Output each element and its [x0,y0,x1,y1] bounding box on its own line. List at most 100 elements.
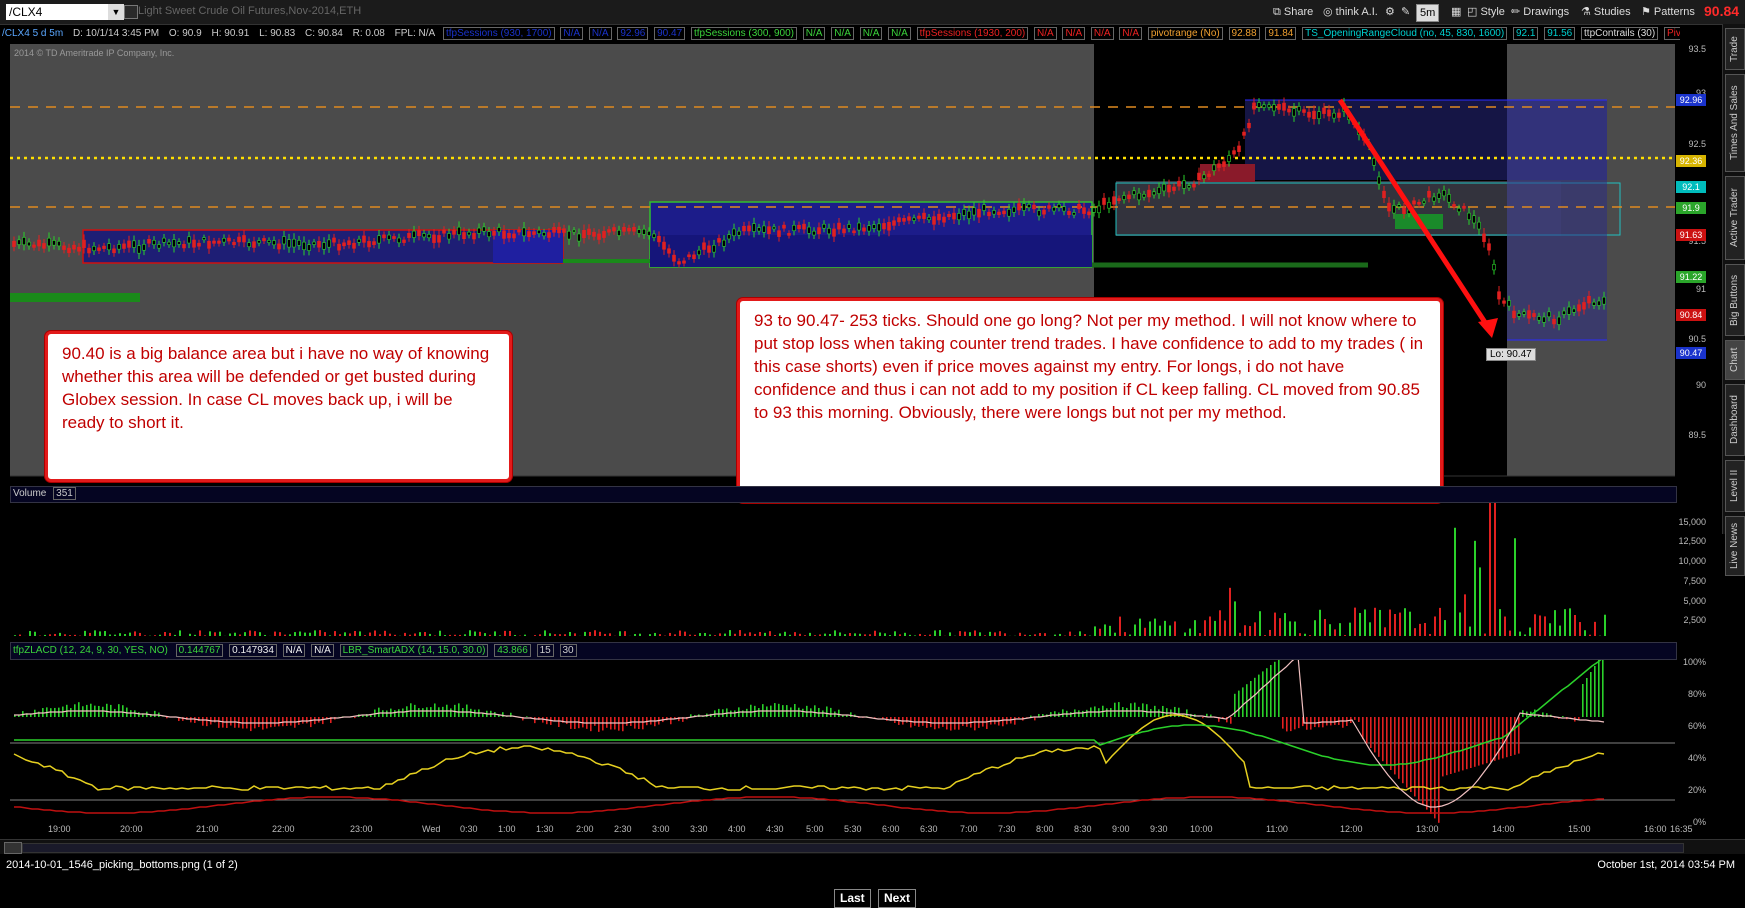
ind-axis-label: 40% [1688,753,1706,763]
next-button[interactable]: Next [878,889,916,908]
candle-body [668,249,671,254]
candle-body [1498,292,1501,299]
candle-body [1118,199,1121,201]
time-axis-label: 15:00 [1568,824,1591,834]
candle-body [323,243,326,250]
candle-body [113,249,116,253]
candle-body [1243,132,1246,135]
candle-body [1253,103,1256,109]
candle-body [938,214,941,220]
candle-body [1483,234,1486,242]
candle-body [1388,203,1391,211]
candle-body [1433,197,1436,201]
time-axis-label: 11:00 [1266,824,1288,834]
candle-body [1493,264,1496,269]
chart-scrollbar[interactable] [0,839,1745,854]
candle-body [793,225,796,230]
candle-body [1093,208,1096,212]
volume-axis-label: 15,000 [1678,517,1706,527]
candle-body [978,209,981,217]
axis-label: 90 [1696,380,1706,390]
opening-range-cloud [1116,181,1561,236]
candle-body [1248,123,1251,128]
candle-body [578,234,581,241]
candle-body [853,231,856,233]
candle-body [1403,208,1406,214]
candle-body [768,227,771,234]
candle-body [138,246,141,254]
candle-body [573,230,576,232]
candle-body [703,243,706,250]
candle-body [73,245,76,249]
candle-body [1203,175,1206,179]
candle-body [553,227,556,232]
candle-body [1293,109,1296,116]
candle-body [778,231,781,237]
candle-body [1053,207,1056,211]
candle-body [253,242,256,248]
candle-body [563,229,566,233]
candle-body [1288,109,1291,112]
scroll-left-icon[interactable] [4,842,22,854]
candle-body [1458,208,1461,211]
price-tag: 91.9 [1676,202,1706,214]
candle-body [893,221,896,226]
candle-body [523,228,526,236]
candle-body [1063,207,1066,211]
candle-body [1518,313,1521,316]
candle-body [1198,173,1201,180]
candle-body [748,226,751,231]
time-axis-label: 22:00 [272,824,295,834]
candle-body [508,233,511,238]
time-axis-label: 16:00 [1644,824,1667,834]
price-tag: 90.84 [1676,309,1706,321]
candle-body [1568,307,1571,314]
candle-body [1168,185,1171,192]
candle-body [258,241,261,243]
candle-body [783,225,786,228]
candle-body [208,241,211,248]
candle-body [1213,165,1216,171]
candle-body [1088,212,1091,215]
candle-body [1033,205,1036,209]
candle-body [53,240,56,245]
candle-body [613,227,616,231]
viewer-status-bar: 2014-10-01_1546_picking_bottoms.png (1 o… [0,856,1745,874]
candle-body [603,231,606,237]
candle-body [218,241,221,243]
last-button[interactable]: Last [834,889,871,908]
candle-body [898,218,901,222]
time-axis-label: 4:00 [728,824,746,834]
candle-body [483,227,486,231]
candle-body [1393,205,1396,213]
candle-body [743,226,746,231]
candle-body [1138,193,1141,200]
zlacd-value: 0.147934 [229,644,277,657]
candle-body [828,228,831,233]
indicator-pane[interactable] [10,660,1675,823]
scroll-thumb[interactable] [22,843,1684,853]
candle-body [993,210,996,214]
candle-body [528,232,531,237]
candle-body [1123,196,1126,200]
candle-body [733,229,736,236]
volume-pane-header: Volume 351 [10,486,1677,503]
volume-pane[interactable] [10,502,1675,636]
candle-body [1233,151,1236,154]
candle-body [518,230,521,232]
candle-body [198,243,201,246]
candle-body [633,227,636,231]
axis-label: 89.5 [1688,430,1706,440]
candle-body [538,230,541,233]
zlacd-study[interactable]: tfpZLACD (12, 24, 9, 30, YES, NO) [11,645,170,656]
candle-body [543,233,546,236]
candle-body [1113,197,1116,205]
candle-body [598,234,601,240]
candle-body [663,242,666,249]
candle-body [343,243,346,246]
candle-body [98,248,101,251]
candle-body [1228,156,1231,162]
candle-body [13,241,16,246]
time-axis-label: 8:00 [1036,824,1054,834]
adx-study[interactable]: LBR_SmartADX (14, 15.0, 30.0) [340,644,489,657]
